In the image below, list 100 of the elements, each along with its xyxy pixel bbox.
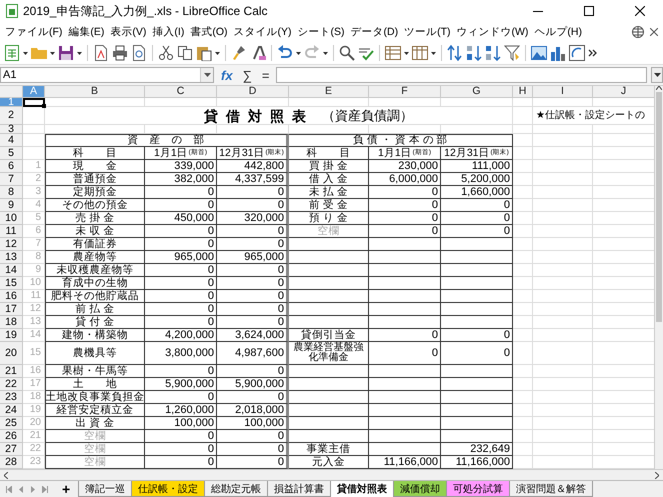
row-number: 21 — [23, 430, 45, 443]
caret-icon[interactable] — [204, 73, 210, 77]
row-header[interactable]: 8 — [0, 186, 23, 199]
table-rows-icon[interactable] — [385, 45, 401, 61]
column-header[interactable]: J — [593, 86, 654, 98]
row-header[interactable]: 21 — [0, 365, 23, 378]
sheet-tab[interactable]: 総勘定元帳 — [204, 481, 268, 497]
caret-icon[interactable] — [23, 52, 28, 54]
row-header[interactable]: 26 — [0, 430, 23, 443]
row-header[interactable]: 28 — [0, 456, 23, 469]
caret-icon[interactable] — [50, 52, 55, 54]
funnel-icon[interactable] — [504, 45, 520, 61]
column-header[interactable]: B — [45, 86, 145, 98]
row-header[interactable]: 14 — [0, 264, 23, 277]
menu-item[interactable]: シート(S) — [294, 25, 348, 39]
row-header[interactable]: 2 — [0, 107, 23, 125]
name-box[interactable]: A1 — [0, 67, 214, 83]
caret-icon[interactable] — [323, 52, 328, 54]
menu-item[interactable]: スタイル(Y) — [230, 25, 295, 39]
row-header[interactable]: 10 — [0, 212, 23, 225]
row-header[interactable]: 22 — [0, 378, 23, 391]
row-header[interactable]: 25 — [0, 417, 23, 430]
row-header[interactable]: 9 — [0, 199, 23, 212]
expand-button[interactable] — [651, 67, 663, 83]
sheet-tab[interactable]: 仕訳帳・設定 — [131, 481, 204, 497]
menu-item[interactable]: データ(D) — [348, 25, 402, 39]
print-preview-icon[interactable] — [131, 45, 147, 61]
row-header[interactable]: 27 — [0, 443, 23, 456]
vertical-scrollbar[interactable] — [654, 86, 663, 469]
row-header[interactable]: 5 — [0, 147, 23, 160]
column-header[interactable]: F — [369, 86, 441, 98]
column-header[interactable]: E — [289, 86, 369, 98]
formula-input-field[interactable] — [276, 67, 647, 83]
column-header[interactable]: D — [217, 86, 289, 98]
sort-arrows-icon[interactable] — [447, 45, 463, 61]
search-icon[interactable] — [339, 45, 355, 61]
scissors-icon[interactable] — [158, 45, 174, 61]
caret-icon[interactable] — [296, 52, 301, 54]
column-header[interactable]: I — [533, 86, 593, 98]
row-header[interactable]: 15 — [0, 277, 23, 290]
undo-icon[interactable] — [277, 45, 293, 61]
sheet-tab[interactable]: 減価償却 — [393, 481, 446, 497]
sheet-tab[interactable]: 演習問題＆解答 — [509, 481, 594, 497]
pdf-document-icon[interactable] — [93, 45, 109, 61]
column-header[interactable]: C — [145, 86, 217, 98]
new-spreadsheet-icon[interactable] — [4, 45, 20, 61]
menu-item[interactable]: ウィンドウ(W) — [454, 25, 532, 39]
row-header[interactable]: 20 — [0, 342, 23, 365]
image-icon[interactable] — [531, 45, 547, 61]
printer-icon[interactable] — [112, 45, 128, 61]
menu-item[interactable]: 表示(V) — [107, 25, 150, 39]
caret-icon[interactable] — [431, 52, 436, 54]
row-header[interactable]: 17 — [0, 303, 23, 316]
row-header[interactable]: 3 — [0, 125, 23, 134]
clipboard-icon[interactable] — [196, 45, 212, 61]
close-icon[interactable] — [650, 28, 658, 36]
caret-icon[interactable] — [654, 73, 660, 77]
sheet-tab[interactable]: 貸借対照表 — [330, 481, 394, 497]
row-header[interactable]: 18 — [0, 316, 23, 329]
menu-item[interactable]: 編集(E) — [65, 25, 108, 39]
row-header[interactable]: 23 — [0, 391, 23, 404]
row-header[interactable]: 11 — [0, 225, 23, 238]
row-header[interactable]: 4 — [0, 134, 23, 147]
formula-button[interactable]: fx — [218, 68, 236, 82]
row-header[interactable]: 24 — [0, 404, 23, 417]
paintbrush-icon[interactable] — [231, 45, 247, 61]
row-header[interactable]: 19 — [0, 329, 23, 342]
row-header[interactable]: 7 — [0, 173, 23, 186]
maximize-icon[interactable] — [584, 6, 594, 16]
formula-button[interactable]: ∑ — [240, 68, 255, 82]
table-columns-icon[interactable] — [412, 45, 428, 61]
menu-item[interactable]: 挿入(I) — [149, 25, 188, 39]
column-header[interactable]: H — [513, 86, 533, 98]
sort-descending-icon[interactable] — [485, 45, 501, 61]
scrollbar-thumb[interactable] — [656, 92, 662, 322]
formula-button[interactable]: = — [258, 68, 272, 82]
copy-icon[interactable] — [177, 45, 193, 61]
row-header[interactable]: 16 — [0, 290, 23, 303]
caret-icon[interactable] — [77, 52, 82, 54]
row-header[interactable]: 13 — [0, 251, 23, 264]
caret-right-icon[interactable] — [655, 472, 659, 478]
active-cell[interactable] — [23, 98, 45, 107]
menu-item[interactable]: ファイル(F) — [2, 25, 66, 39]
row-header[interactable]: 12 — [0, 238, 23, 251]
close-icon[interactable] — [635, 6, 645, 16]
column-header[interactable]: G — [441, 86, 513, 98]
sort-ascending-icon[interactable] — [466, 45, 482, 61]
double-chevron-icon[interactable] — [588, 48, 597, 58]
caret-up-icon[interactable] — [656, 86, 662, 90]
caret-left-icon[interactable] — [4, 472, 8, 478]
bar-chart-icon[interactable] — [550, 45, 566, 61]
caret-icon[interactable] — [215, 52, 220, 54]
menu-item[interactable]: 書式(O) — [187, 25, 231, 39]
globe-icon[interactable] — [632, 26, 644, 38]
add-sheet-button[interactable]: + — [54, 481, 78, 497]
menu-item[interactable]: ツール(T) — [401, 25, 454, 39]
sheet-tab[interactable]: 可処分試算 — [446, 481, 510, 497]
caret-icon[interactable] — [404, 52, 409, 54]
row-header[interactable]: 6 — [0, 160, 23, 173]
menu-item[interactable]: ヘルプ(H) — [531, 25, 585, 39]
